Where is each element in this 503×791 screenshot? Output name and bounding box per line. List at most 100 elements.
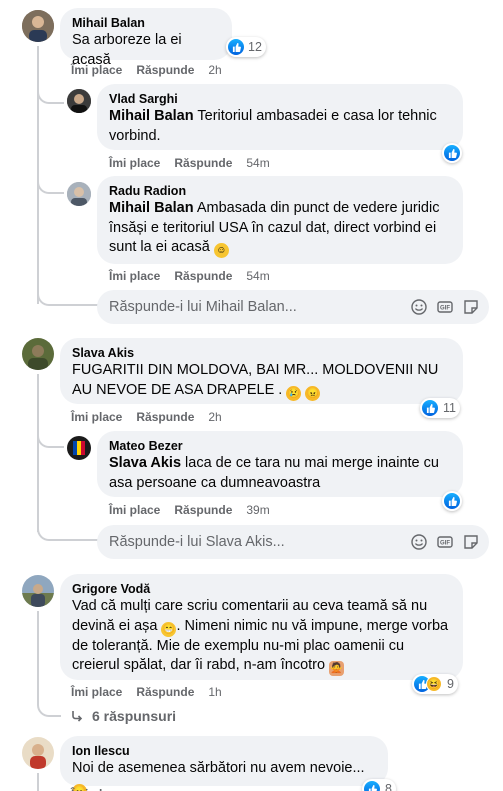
avatar[interactable] (22, 10, 54, 42)
thread-connector (37, 84, 64, 104)
like-button[interactable]: Îmi place (71, 63, 122, 77)
reply-button[interactable]: Răspunde (136, 63, 194, 77)
reply-input[interactable]: Răspunde-i lui Mihail Balan... GIF (97, 290, 489, 324)
comment-actions: Îmi place (71, 787, 136, 791)
emoji-icon[interactable] (411, 299, 427, 315)
like-button[interactable]: Îmi place (71, 685, 122, 699)
reply-input[interactable]: Răspunde-i lui Slava Akis... GIF (97, 525, 489, 559)
sticker-icon[interactable] (463, 299, 479, 315)
thread-connector (37, 176, 64, 194)
reply-actions: Îmi place Răspunde 54m (109, 156, 284, 170)
thread-line (37, 374, 39, 532)
like-button[interactable]: Îmi place (109, 503, 160, 517)
reply-button[interactable]: Răspunde (136, 685, 194, 699)
reaction-count[interactable] (442, 143, 462, 163)
comment-author[interactable]: Mihail Balan (72, 15, 220, 31)
reply-actions: Îmi place Răspunde 39m (109, 503, 284, 517)
comment-actions: Îmi place Răspunde 2h (71, 410, 236, 424)
comment-text: FUGARITII DIN MOLDOVA, BAI MR... MOLDOVE… (72, 362, 439, 401)
timestamp[interactable]: 1h (208, 685, 221, 699)
reaction-count-number: 11 (443, 401, 456, 415)
like-button[interactable]: Îmi place (71, 410, 122, 424)
reply-input-tools: GIF (411, 299, 479, 315)
reply-button[interactable]: Răspunde (136, 410, 194, 424)
mention-link[interactable]: Mihail Balan (109, 108, 194, 124)
reaction-count-number: 12 (248, 40, 262, 54)
avatar[interactable] (67, 182, 91, 206)
reply-author[interactable]: Vlad Sarghi (109, 91, 451, 107)
crying-emoji-icon: 😢 (286, 385, 302, 401)
reaction-count[interactable]: 8 (362, 779, 396, 791)
reply-bubble: Vlad Sarghi Mihail Balan Teritoriul amba… (97, 84, 463, 150)
grin-emoji-icon: 😁 (161, 621, 177, 637)
more-replies-label: 6 răspunsuri (92, 708, 177, 724)
comment-bubble: Slava Akis FUGARITII DIN MOLDOVA, BAI MR… (60, 338, 463, 404)
comment-actions: Îmi place Răspunde 1h (71, 685, 236, 699)
comment-bubble: Ion Ilescu Noi de asemenea sărbători nu … (60, 736, 388, 791)
reaction-count[interactable]: 11 (420, 398, 460, 418)
timestamp[interactable]: 39m (246, 503, 269, 517)
reaction-count-number: 9 (447, 677, 454, 691)
timestamp[interactable]: 54m (246, 156, 269, 170)
reply-input-placeholder: Răspunde-i lui Slava Akis... (109, 534, 285, 550)
avatar[interactable] (67, 89, 91, 113)
svg-text:GIF: GIF (440, 541, 450, 547)
avatar[interactable] (22, 737, 54, 769)
comment-author[interactable]: Grigore Vodă (72, 581, 451, 597)
comment-author[interactable]: Slava Akis (72, 345, 451, 361)
angry-emoji-icon: 😠 (305, 385, 321, 401)
haha-reaction-icon: 😆 (426, 676, 442, 692)
reaction-count-number: 8 (385, 782, 392, 791)
comment-bubble: Grigore Vodă Vad că mulți care scriu com… (60, 574, 463, 680)
like-reaction-icon (228, 39, 244, 55)
like-reaction-icon (444, 493, 460, 509)
reply-button[interactable]: Răspunde (174, 503, 232, 517)
svg-text:GIF: GIF (440, 306, 450, 312)
comment-text: Vad că mulți care scriu comentarii au ce… (72, 598, 448, 676)
view-more-replies-link[interactable]: 6 răspunsuri (70, 708, 176, 724)
reply-text: Mihail Balan Teritoriul ambasadei e casa… (109, 108, 437, 144)
like-reaction-icon (422, 400, 438, 416)
reply-input-placeholder: Răspunde-i lui Mihail Balan... (109, 299, 297, 315)
timestamp[interactable]: 2h (208, 410, 221, 424)
avatar[interactable] (22, 575, 54, 607)
reply-text: Slava Akis laca de ce tara nu mai merge … (109, 455, 439, 491)
reply-author[interactable]: Mateo Bezer (109, 438, 451, 454)
gif-icon[interactable]: GIF (437, 534, 453, 550)
like-reaction-icon (444, 145, 460, 161)
thread-connector (37, 523, 99, 541)
avatar[interactable] (22, 338, 54, 370)
reply-bubble: Mateo Bezer Slava Akis laca de ce tara n… (97, 431, 463, 497)
emoji-icon[interactable] (411, 534, 427, 550)
mention-link[interactable]: Mihail Balan (109, 200, 194, 216)
like-reaction-icon (364, 781, 380, 791)
comment-body: Noi de asemenea sărbători nu avem nevoie… (72, 760, 365, 776)
timestamp[interactable]: 54m (246, 269, 269, 283)
mention-link[interactable]: Slava Akis (109, 455, 181, 471)
gif-icon[interactable]: GIF (437, 299, 453, 315)
like-button[interactable]: Îmi place (109, 269, 160, 283)
reaction-count[interactable] (442, 491, 462, 511)
like-button[interactable]: Îmi place (109, 156, 160, 170)
avatar[interactable] (67, 436, 91, 460)
thread-line (37, 773, 39, 791)
comment-actions: Îmi place Răspunde 2h (71, 63, 236, 77)
sticker-icon[interactable] (463, 534, 479, 550)
comment-bubble: Mihail Balan Sa arboreze la ei acasă (60, 8, 232, 68)
reply-arrow-icon (72, 711, 83, 722)
reply-actions: Îmi place Răspunde 54m (109, 269, 284, 283)
reply-button[interactable]: Răspunde (174, 156, 232, 170)
reaction-count[interactable]: 😆 9 (412, 674, 458, 694)
reaction-count[interactable]: 12 (226, 37, 266, 57)
reply-author[interactable]: Radu Radion (109, 183, 451, 199)
thread-connector (37, 703, 61, 717)
comment-author[interactable]: Ion Ilescu (72, 743, 376, 759)
thread-connector (37, 430, 64, 448)
reply-input-tools: GIF (411, 534, 479, 550)
comment-body: FUGARITII DIN MOLDOVA, BAI MR... MOLDOVE… (72, 362, 439, 398)
reply-button[interactable]: Răspunde (174, 269, 232, 283)
timestamp[interactable]: 2h (208, 63, 221, 77)
reply-bubble: Radu Radion Mihail Balan Ambasada din pu… (97, 176, 463, 264)
reply-text: Mihail Balan Ambasada din punct de veder… (109, 200, 439, 258)
like-button[interactable]: Îmi place (71, 787, 122, 791)
